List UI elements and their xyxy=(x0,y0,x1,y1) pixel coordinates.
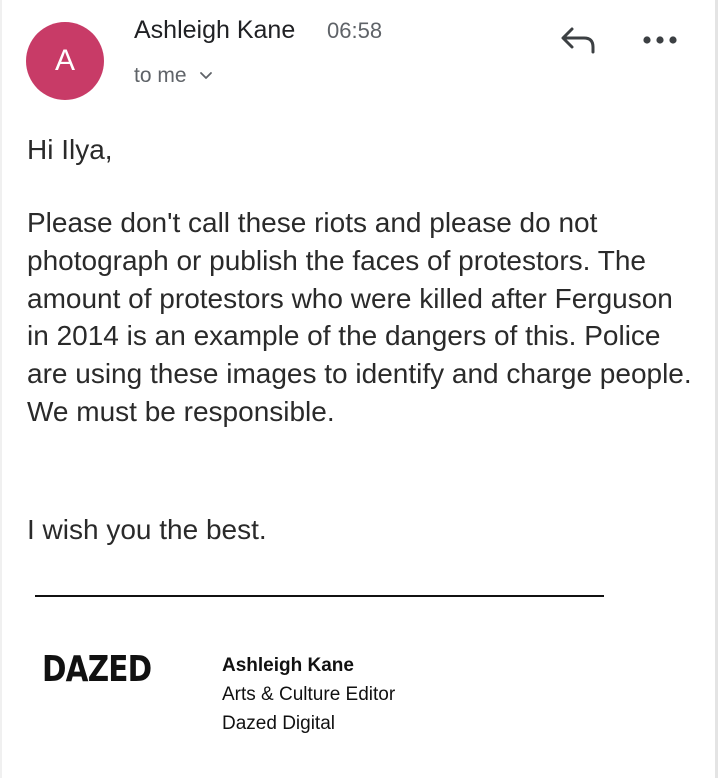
avatar-initial: A xyxy=(54,44,75,77)
recipient-details-toggle[interactable]: to me xyxy=(134,64,213,88)
more-options-button[interactable] xyxy=(640,30,680,52)
message-greeting: Hi Ilya, xyxy=(27,134,113,165)
signature-divider xyxy=(35,595,604,597)
recipient-label: to me xyxy=(134,64,187,87)
signature-company: Dazed Digital xyxy=(222,713,335,734)
dazed-logo: DAZED xyxy=(42,649,152,690)
signature-name: Ashleigh Kane xyxy=(222,655,354,676)
sender-name: Ashleigh Kane xyxy=(134,16,296,44)
sent-time: 06:58 xyxy=(327,18,383,43)
reply-icon xyxy=(558,25,598,60)
left-edge xyxy=(0,0,2,778)
message-paragraph: Please don't call these riots and please… xyxy=(27,207,692,427)
signature-title: Arts & Culture Editor xyxy=(222,684,396,705)
avatar[interactable]: A xyxy=(26,22,104,100)
more-horizontal-icon xyxy=(642,32,678,50)
message-closing: I wish you the best. xyxy=(27,514,267,545)
chevron-down-icon xyxy=(199,71,213,81)
reply-button[interactable] xyxy=(556,25,600,59)
